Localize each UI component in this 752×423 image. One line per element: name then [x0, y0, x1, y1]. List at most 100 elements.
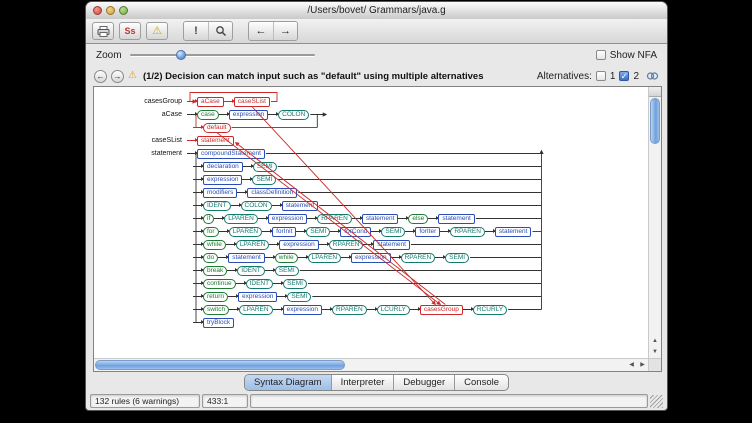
diagram-node-SEMI[interactable]: SEMI — [381, 227, 405, 237]
diagram-node-RPAREN[interactable]: RPAREN — [317, 214, 352, 224]
diagram-node-declaration[interactable]: declaration — [203, 162, 243, 172]
diagram-node-continue[interactable]: continue — [203, 279, 236, 289]
print-button[interactable] — [92, 22, 114, 40]
tab-interpreter[interactable]: Interpreter — [331, 375, 394, 390]
close-button[interactable] — [93, 6, 102, 15]
horizontal-scrollbar-thumb[interactable] — [95, 360, 345, 370]
diagram-node-LCURLY[interactable]: LCURLY — [377, 305, 410, 315]
diagram-node-while[interactable]: while — [203, 240, 226, 250]
diagram-node-while[interactable]: while — [275, 253, 298, 263]
alternative-2-checkbox[interactable]: ✓ — [619, 71, 629, 81]
diagram-node-forIter[interactable]: forIter — [415, 227, 440, 237]
diagram-node-caseSList[interactable]: caseSList — [234, 97, 270, 107]
rule-name-label: statement — [98, 150, 187, 157]
tab-syntax-diagram[interactable]: Syntax Diagram — [245, 375, 331, 390]
nav-back-button[interactable]: ← — [249, 22, 273, 40]
diagram-node-expression[interactable]: expression — [351, 253, 390, 263]
scroll-up-button[interactable]: ▲ — [649, 336, 661, 347]
show-nfa-checkbox[interactable] — [596, 50, 606, 60]
diagram-node-expression[interactable]: expression — [229, 110, 268, 120]
diagram-node-compoundStatement[interactable]: compoundStatement — [197, 149, 265, 159]
diagram-node-RPAREN[interactable]: RPAREN — [332, 305, 367, 315]
diagram-node-for[interactable]: for — [203, 227, 219, 237]
nav-forward-button[interactable]: → — [273, 22, 297, 40]
diagram-node-LPAREN[interactable]: LPAREN — [236, 240, 270, 250]
connector-line — [330, 231, 340, 232]
diagram-node-LPAREN[interactable]: LPAREN — [308, 253, 342, 263]
diagram-node-LPAREN[interactable]: LPAREN — [229, 227, 263, 237]
forward-arrow-icon: → — [114, 72, 122, 81]
previous-warning-button[interactable]: ← — [94, 70, 107, 83]
diagram-node-break[interactable]: break — [203, 266, 227, 276]
diagram-node-COLON[interactable]: COLON — [278, 110, 309, 120]
diagram-node-classDefinition[interactable]: classDefinition — [247, 188, 297, 198]
diagram-node-statement[interactable]: statement — [228, 253, 265, 263]
scroll-down-button[interactable]: ▼ — [649, 347, 661, 358]
diagram-node-aCase[interactable]: aCase — [197, 97, 224, 107]
diagram-node-RPAREN[interactable]: RPAREN — [329, 240, 364, 250]
next-warning-button[interactable]: → — [111, 70, 124, 83]
diagram-node-if[interactable]: if — [203, 214, 214, 224]
resize-grip[interactable] — [650, 395, 663, 408]
diagram-node-SEMI[interactable]: SEMI — [283, 279, 307, 289]
diagram-node-COLON[interactable]: COLON — [241, 201, 272, 211]
diagram-node-switch[interactable]: switch — [203, 305, 229, 315]
diagram-node-statement[interactable]: statement — [438, 214, 475, 224]
scroll-right-button[interactable]: ▶ — [637, 359, 648, 371]
link-button[interactable] — [643, 71, 659, 81]
alternative-1-checkbox[interactable] — [596, 71, 606, 81]
diagram-node-LPAREN[interactable]: LPAREN — [224, 214, 258, 224]
scroll-left-button[interactable]: ◀ — [626, 359, 637, 371]
diagram-node-RCURLY[interactable]: RCURLY — [473, 305, 507, 315]
check-find-group: ! — [183, 21, 233, 41]
diagram-node-forInit[interactable]: forInit — [272, 227, 296, 237]
diagram-node-tryBlock[interactable]: tryBlock — [203, 318, 234, 328]
diagram-node-casesGroup[interactable]: casesGroup — [420, 305, 463, 315]
syntax-diagram-canvas[interactable]: casesGroupaCasecaseSListaCasecaseexpress… — [93, 86, 662, 372]
minimize-button[interactable] — [106, 6, 115, 15]
diagram-node-statement[interactable]: statement — [197, 136, 234, 146]
diagram-node-SEMI[interactable]: SEMI — [275, 266, 299, 276]
diagram-node-statement[interactable]: statement — [362, 214, 399, 224]
diagram-node-RPAREN[interactable]: RPAREN — [401, 253, 436, 263]
vertical-scrollbar-thumb[interactable] — [650, 98, 660, 144]
zoom-slider-thumb[interactable] — [176, 50, 186, 60]
diagram-node-SEMI[interactable]: SEMI — [445, 253, 469, 263]
diagram-node-statement[interactable]: statement — [282, 201, 319, 211]
diagram-node-LPAREN[interactable]: LPAREN — [239, 305, 273, 315]
zoom-window-button[interactable] — [119, 6, 128, 15]
diagram-node-SEMI[interactable]: SEMI — [306, 227, 330, 237]
diagram-node-SEMI[interactable]: SEMI — [287, 292, 311, 302]
warnings-button[interactable]: ⚠ — [146, 22, 168, 40]
titlebar[interactable]: /Users/bovet/ Grammars/java.g — [86, 2, 667, 20]
tab-console[interactable]: Console — [454, 375, 508, 390]
diagram-node-forCond[interactable]: forCond — [340, 227, 371, 237]
diagram-node-IDENT[interactable]: IDENT — [246, 279, 274, 289]
split-pane-grabber[interactable] — [649, 87, 661, 97]
diagram-node-return[interactable]: return — [203, 292, 228, 302]
diagram-node-RPAREN[interactable]: RPAREN — [450, 227, 485, 237]
check-grammar-button[interactable]: ! — [184, 22, 208, 40]
diagram-node-expression[interactable]: expression — [203, 175, 242, 185]
syntax-coloring-button[interactable]: Ss — [119, 22, 141, 40]
diagram-node-SEMI[interactable]: SEMI — [253, 162, 277, 172]
diagram-node-do[interactable]: do — [203, 253, 218, 263]
diagram-node-expression[interactable]: expression — [283, 305, 322, 315]
diagram-node-IDENT[interactable]: IDENT — [203, 201, 231, 211]
diagram-node-default[interactable]: default — [203, 123, 231, 133]
diagram-node-else[interactable]: else — [408, 214, 428, 224]
diagram-node-IDENT[interactable]: IDENT — [237, 266, 265, 276]
tab-debugger[interactable]: Debugger — [393, 375, 454, 390]
diagram-node-statement[interactable]: statement — [495, 227, 532, 237]
diagram-node-statement[interactable]: statement — [373, 240, 410, 250]
diagram-node-modifiers[interactable]: modifiers — [203, 188, 237, 198]
zoom-slider[interactable] — [130, 49, 315, 61]
find-button[interactable] — [208, 22, 232, 40]
diagram-node-case[interactable]: case — [197, 110, 219, 120]
vertical-scrollbar[interactable]: ▲ ▼ — [648, 87, 661, 358]
diagram-node-expression[interactable]: expression — [268, 214, 307, 224]
diagram-node-SEMI[interactable]: SEMI — [252, 175, 276, 185]
diagram-node-expression[interactable]: expression — [238, 292, 277, 302]
diagram-node-expression[interactable]: expression — [279, 240, 318, 250]
horizontal-scrollbar[interactable]: ◀ ▶ — [94, 358, 648, 371]
